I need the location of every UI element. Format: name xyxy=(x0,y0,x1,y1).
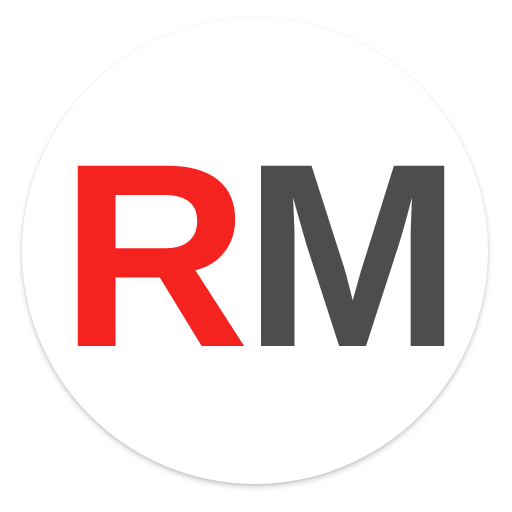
logo-letter-m: M xyxy=(243,109,461,402)
rm-logo: R M xyxy=(60,109,461,402)
app-icon-canvas: R M xyxy=(0,0,512,512)
app-icon-badge[interactable]: R M xyxy=(22,18,488,484)
logo-letter-r: R xyxy=(60,109,249,402)
